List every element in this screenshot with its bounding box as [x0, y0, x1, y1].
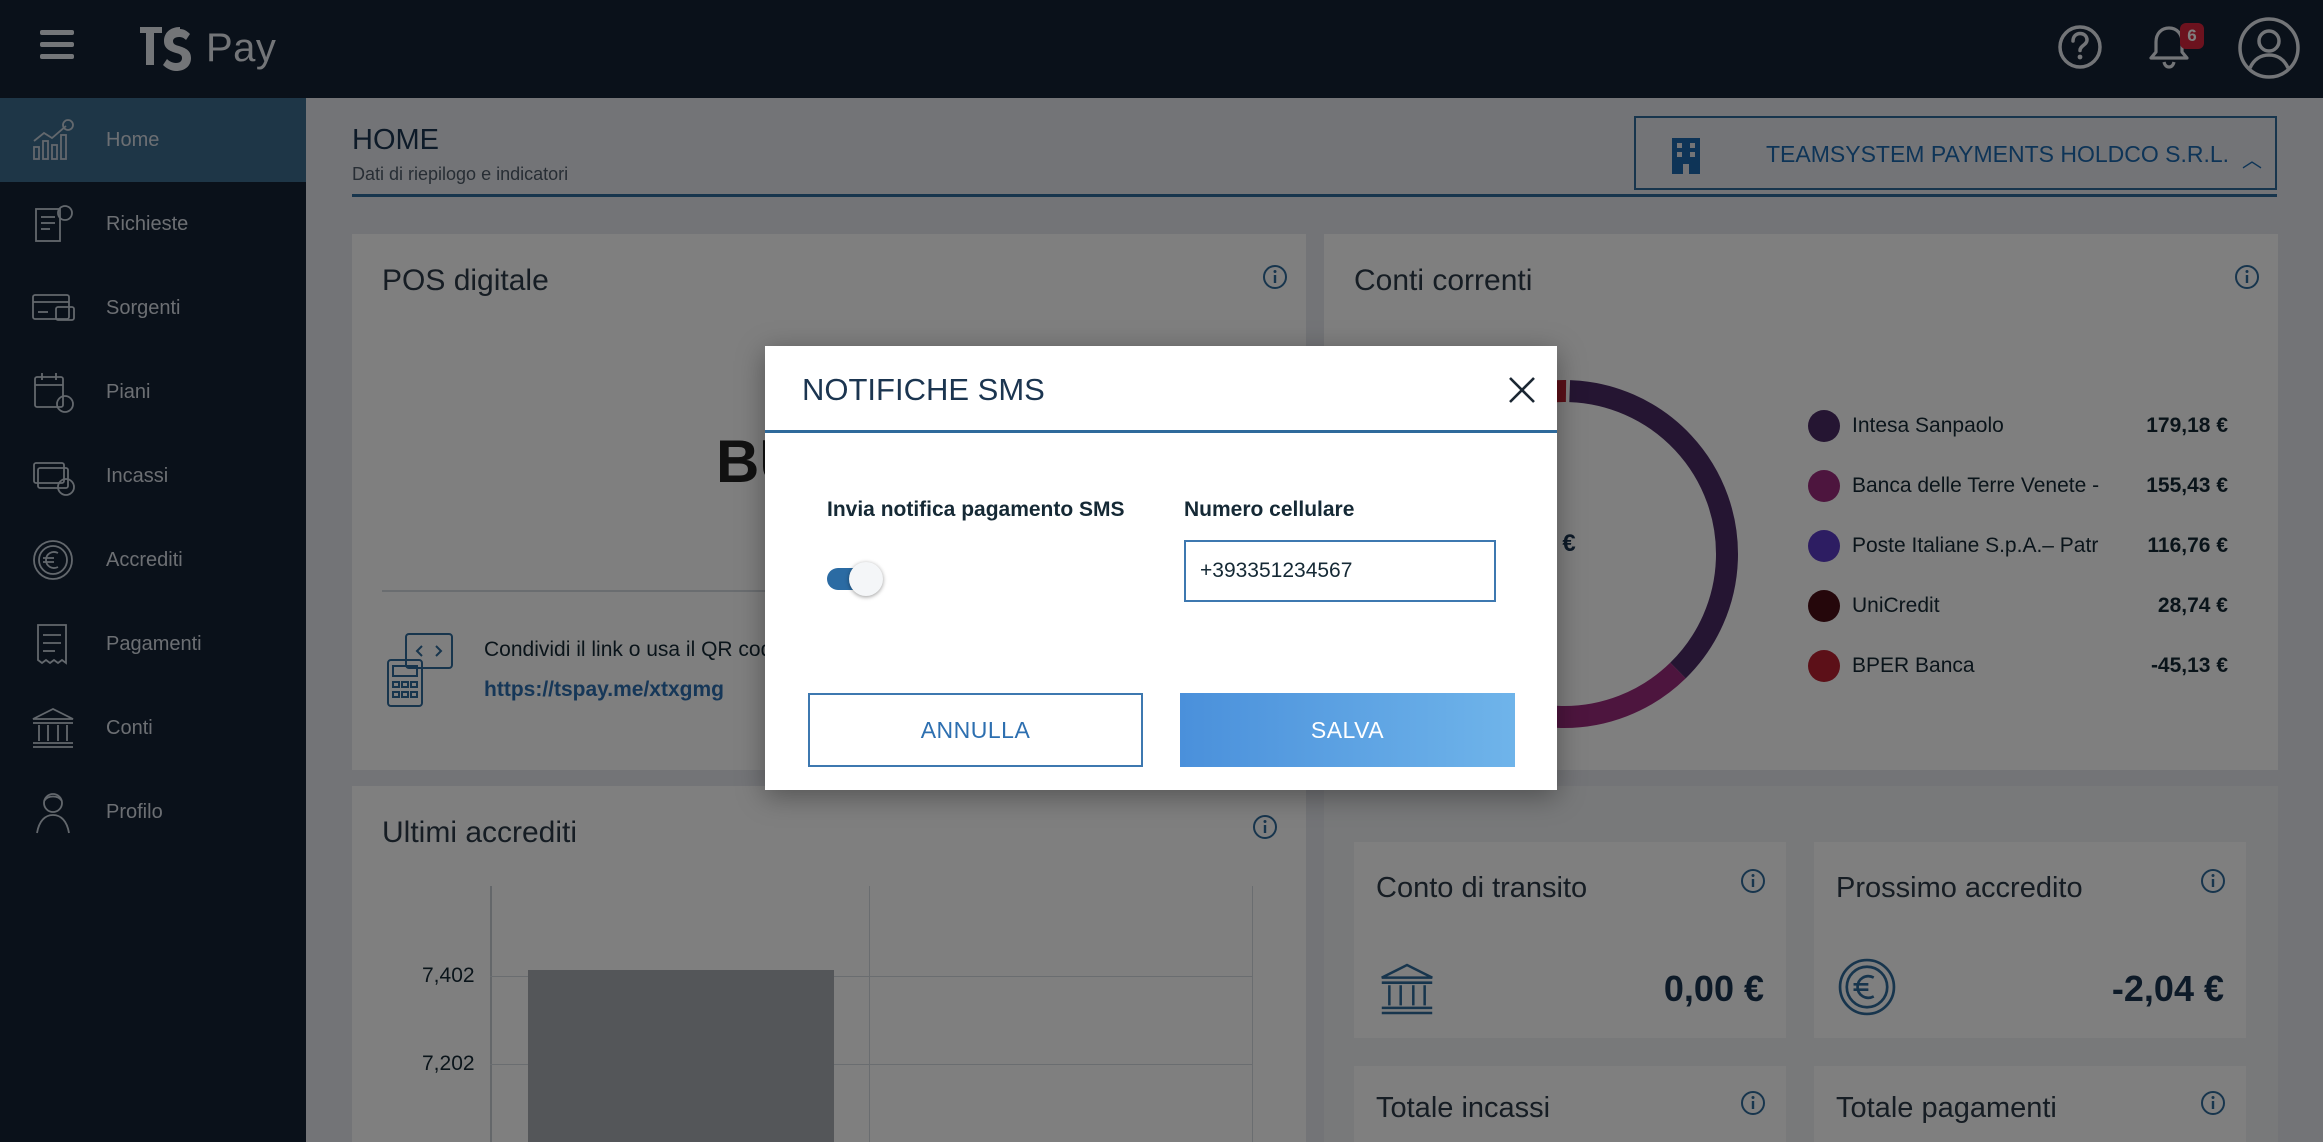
sms-notification-toggle[interactable]	[827, 562, 883, 596]
dialog-title: NOTIFICHE SMS	[802, 372, 1045, 407]
save-button[interactable]: SALVA	[1180, 693, 1515, 767]
dialog-divider	[765, 430, 1557, 433]
phone-field-label: Numero cellulare	[1184, 498, 1355, 521]
cancel-button[interactable]: ANNULLA	[808, 693, 1143, 767]
toggle-knob	[849, 562, 883, 596]
phone-number-input[interactable]	[1184, 540, 1496, 602]
close-icon[interactable]	[1505, 373, 1539, 407]
sms-toggle-label: Invia notifica pagamento SMS	[827, 498, 1125, 521]
sms-notification-dialog: NOTIFICHE SMS Invia notifica pagamento S…	[765, 346, 1557, 790]
